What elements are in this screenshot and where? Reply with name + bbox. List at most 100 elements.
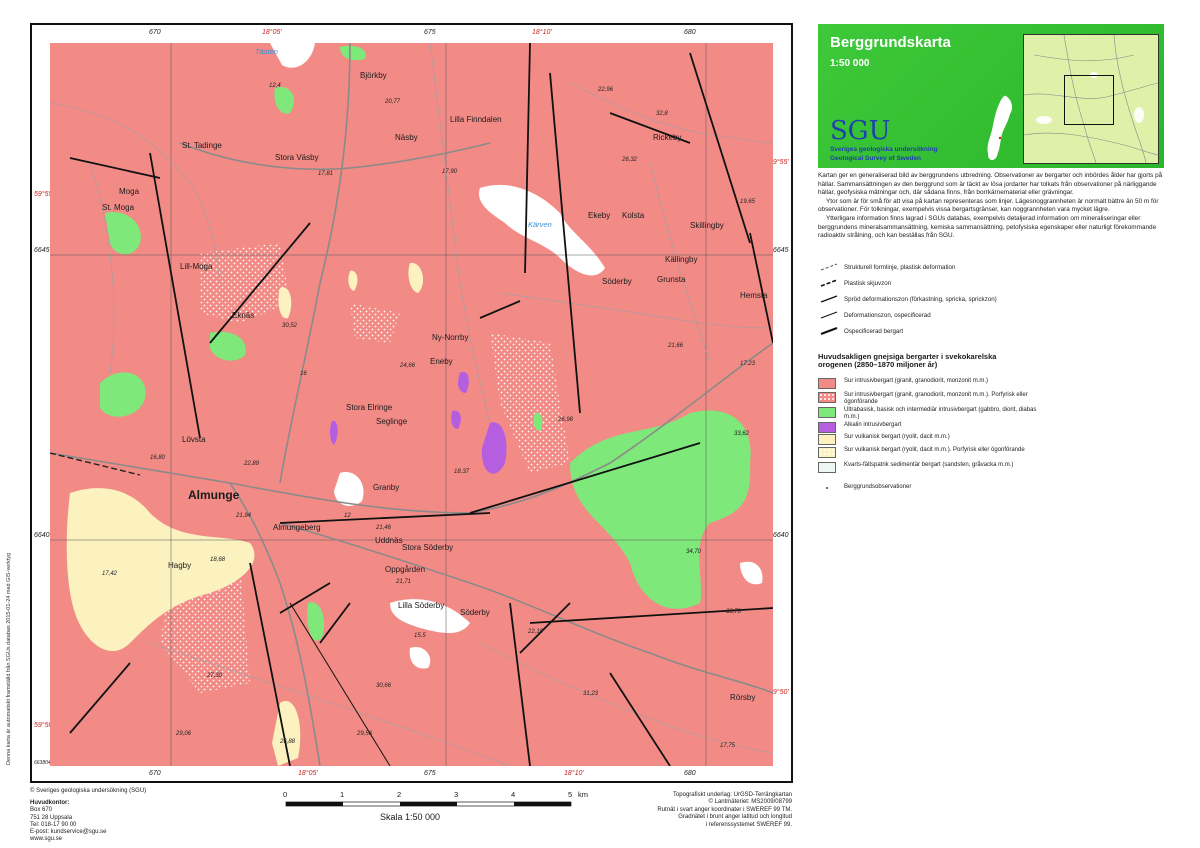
elevation: 17,42 bbox=[102, 571, 118, 577]
overview-map[interactable] bbox=[1023, 34, 1159, 164]
scale-caption: Skala 1:50 000 bbox=[380, 812, 441, 822]
scale-unit: km bbox=[578, 790, 588, 799]
lake-label-tasten: Tästen bbox=[255, 47, 278, 56]
elevation: 20,77 bbox=[385, 99, 401, 105]
elevation: 17,81 bbox=[318, 171, 334, 177]
grid-label-bottom-680: 680 bbox=[684, 770, 696, 777]
place-almungeberg: Almungeberg bbox=[273, 523, 321, 532]
elevation: 29,56 bbox=[357, 731, 373, 737]
elevation: 21,94 bbox=[236, 513, 252, 519]
swatch bbox=[818, 434, 836, 445]
grid-label-right-6640: 6640 bbox=[773, 532, 789, 539]
place-hagby: Hagby bbox=[168, 561, 192, 570]
elevation: 21,66 bbox=[668, 343, 684, 349]
sweden-outline-icon bbox=[987, 95, 1013, 161]
elevation: 12,4 bbox=[269, 83, 281, 89]
legend-observations: Berggrundsobservationer bbox=[818, 484, 1164, 498]
geology-map[interactable]: Almunge Almungeberg Hagby Björkby Näsby … bbox=[50, 43, 773, 766]
place-kallingby: Källingby bbox=[665, 255, 698, 264]
observation-dot-icon bbox=[826, 487, 828, 489]
elevation: 34,70 bbox=[686, 549, 702, 555]
lon-label-bottom-1: 18°05' bbox=[298, 770, 318, 777]
place-nasby: Näsby bbox=[395, 133, 418, 142]
elevation: 31,23 bbox=[583, 691, 599, 697]
copyright: © Sveriges geologiska undersökning (SGU) bbox=[30, 788, 147, 794]
title-panel: Berggrundskarta 1:50 000 SGU Sveriges ge… bbox=[818, 24, 1164, 168]
elevation: 18,68 bbox=[210, 557, 226, 563]
place-kolsta: Kolsta bbox=[622, 211, 645, 220]
shear-zone-icon bbox=[820, 279, 838, 287]
place-lilla-finndalen: Lilla Finndalen bbox=[450, 115, 502, 124]
hk-title: Huvudkontor: bbox=[30, 800, 70, 807]
map-graphics bbox=[50, 43, 773, 766]
description-paragraph: Ytterligare information finns lagrad i S… bbox=[818, 214, 1157, 240]
place-stora-vasby: Stora Väsby bbox=[275, 153, 319, 162]
lon-label-top-1: 18°05' bbox=[262, 29, 282, 36]
vertical-credit: Denna karta är automatiskt framställd fr… bbox=[6, 552, 12, 765]
deformation-zone-icon bbox=[820, 311, 838, 319]
lon-label-bottom-2: 18°10' bbox=[564, 770, 584, 777]
unspecified-rock-icon bbox=[820, 326, 838, 336]
place-granby: Granby bbox=[373, 483, 400, 492]
sgu-name-en: Geological Survey of Sweden bbox=[830, 155, 922, 162]
elevation: 17,23 bbox=[740, 361, 756, 367]
elevation: 30,52 bbox=[282, 323, 298, 329]
scale-tick: 1 bbox=[340, 790, 345, 799]
scale-tick: 2 bbox=[397, 790, 402, 799]
map-frame[interactable]: 670 675 680 18°05' 18°10' 59°55' 6645 66… bbox=[6, 23, 793, 783]
legend-plastic-shear: Plastisk skjuvzon bbox=[818, 278, 1164, 292]
source-line: i referenssystemet SWEREF 99. bbox=[705, 821, 792, 828]
elevation: 21,71 bbox=[396, 579, 412, 585]
lake-label-karven: Kärven bbox=[528, 220, 552, 229]
legend-structural-line: Strukturell formlinje, plastisk deformat… bbox=[818, 262, 1164, 276]
place-rorsby: Rörsby bbox=[730, 693, 756, 702]
website-link[interactable]: www.sgu.se bbox=[30, 836, 146, 843]
email-link[interactable]: E-post: kundservice@sgu.se bbox=[30, 829, 146, 836]
sgu-name-sv: Sveriges geologiska undersökning bbox=[830, 146, 938, 153]
elevation: 19,65 bbox=[740, 199, 756, 205]
place-st-tadinge: St. Tadinge bbox=[182, 141, 222, 150]
elevation: 27,30 bbox=[207, 673, 223, 679]
address-line: Box 670 bbox=[30, 807, 53, 814]
place-lill-moga: Lill-Moga bbox=[180, 262, 213, 271]
legend-heading: Huvudsakligen gnejsiga bergarter i sveko… bbox=[818, 352, 997, 369]
swatch bbox=[818, 378, 836, 389]
elevation: 26,32 bbox=[622, 157, 638, 163]
map-scale: 1:50 000 bbox=[830, 58, 870, 69]
place-lilla-soderby: Lilla Söderby bbox=[398, 601, 445, 610]
elevation: 22,10 bbox=[528, 629, 544, 635]
elevation: 21,46 bbox=[376, 525, 392, 531]
place-seglinge: Seglinge bbox=[376, 417, 408, 426]
place-skillingby: Skillingby bbox=[690, 221, 724, 230]
place-oppgarden: Oppgården bbox=[385, 565, 426, 574]
source-line: © Lantmäteriet: MS2009/08799 bbox=[708, 799, 792, 806]
grid-label-left-6640: 6640 bbox=[34, 532, 50, 539]
description-paragraph: Kartan ger en generaliserad bild av berg… bbox=[818, 172, 1163, 197]
place-stora-soderby: Stora Söderby bbox=[402, 543, 454, 552]
legend-unit-basic: Ultrabasisk, basisk och intermediär intr… bbox=[818, 407, 1164, 421]
footer-contact: © Sveriges geologiska undersökning (SGU)… bbox=[30, 788, 146, 843]
grid-label-top-680: 680 bbox=[684, 29, 696, 36]
swatch bbox=[818, 392, 836, 403]
address-line: 751 28 Uppsala bbox=[30, 814, 73, 821]
grid-label-top-670: 670 bbox=[149, 29, 161, 36]
scalebar: 0 1 2 3 4 5 km Skala 1:50 000 bbox=[280, 790, 600, 830]
map-title: Berggrundskarta bbox=[830, 34, 951, 51]
brittle-zone-icon bbox=[820, 295, 838, 303]
grid-label-bottom-675: 675 bbox=[424, 770, 436, 777]
scale-tick: 0 bbox=[283, 790, 288, 799]
elevation: 33,78 bbox=[726, 609, 742, 615]
scale-tick: 3 bbox=[454, 790, 459, 799]
elevation: 26,88 bbox=[280, 739, 296, 745]
description-paragraph: Ytor som är för små för att visa på kart… bbox=[818, 197, 1159, 214]
place-uddnas: Uddnäs bbox=[375, 536, 403, 545]
elevation: 24,66 bbox=[400, 363, 416, 369]
structural-line-icon bbox=[820, 263, 838, 271]
elevation: 15,5 bbox=[414, 633, 426, 639]
place-soderby: Söderby bbox=[460, 608, 490, 617]
legend-unit-volcanic-porphyritic: Sur vulkanisk bergart (ryolit, dacit m.m… bbox=[818, 447, 1164, 461]
grid-label-bottom-670: 670 bbox=[149, 770, 161, 777]
swatch bbox=[818, 447, 836, 458]
legend-unspecified-rock: Ospecificerad bergart bbox=[818, 326, 1164, 340]
place-stora-elringe: Stora Elringe bbox=[346, 403, 393, 412]
